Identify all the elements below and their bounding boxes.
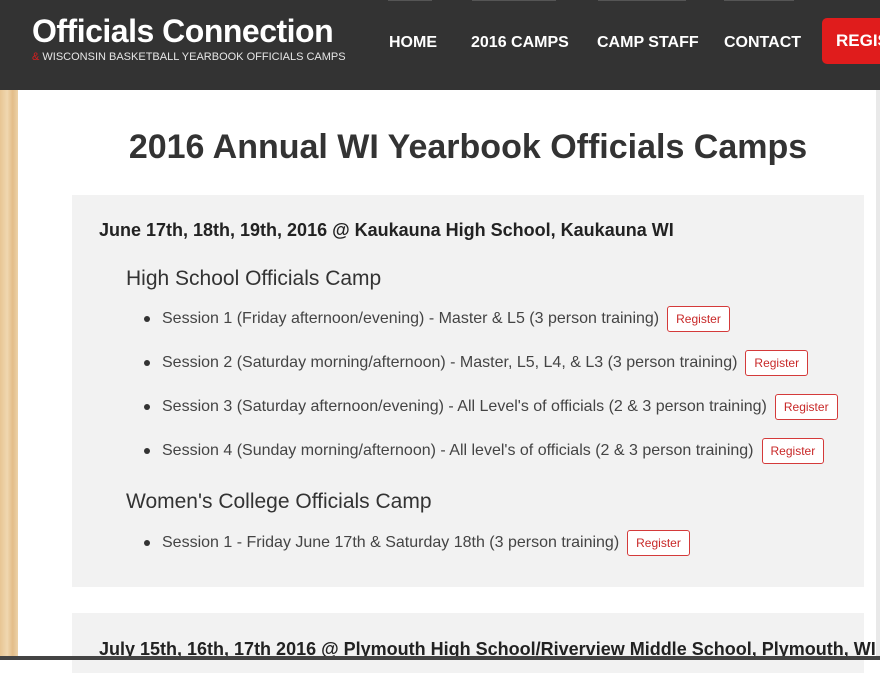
header-register-button[interactable]: REGIST — [822, 18, 880, 64]
session-text: Session 1 (Friday afternoon/evening) - M… — [162, 310, 660, 327]
register-button[interactable]: Register — [667, 306, 730, 332]
right-edge-shade — [876, 90, 880, 656]
nav-2016-camps[interactable]: 2016 CAMPS — [471, 34, 569, 52]
nav-camp-staff[interactable]: CAMP STAFF — [597, 34, 699, 52]
list-item: Session 1 - Friday June 17th & Saturday … — [144, 530, 690, 556]
os-taskbar — [0, 656, 880, 660]
bullet-icon — [144, 360, 150, 366]
site-header: Officials Connection & WISCONSIN BASKETB… — [0, 0, 880, 90]
nav-home[interactable]: HOME — [389, 34, 437, 52]
register-button[interactable]: Register — [761, 438, 825, 464]
camp-title-high-school: High School Officials Camp — [126, 267, 382, 290]
event-panel: July 15th, 16th, 17th 2016 @ Plymouth Hi… — [72, 613, 876, 673]
event-title: June 17th, 18th, 19th, 2016 @ Kaukauna H… — [99, 220, 674, 240]
session-text: Session 2 (Saturday morning/afternoon) -… — [162, 354, 738, 371]
nav-divider — [472, 0, 556, 1]
list-item: Session 4 (Sunday morning/afternoon) - A… — [144, 438, 825, 464]
session-text: Session 4 (Sunday morning/afternoon) - A… — [162, 442, 754, 459]
list-item: Session 2 (Saturday morning/afternoon) -… — [144, 350, 809, 376]
session-text: Session 1 - Friday June 17th & Saturday … — [162, 534, 620, 551]
bullet-icon — [144, 540, 150, 546]
nav-divider — [388, 0, 432, 1]
brand-title: Officials Connection — [32, 13, 334, 49]
camp-title-womens-college: Women's College Officials Camp — [126, 490, 432, 513]
nav-divider — [598, 0, 686, 1]
register-button[interactable]: Register — [745, 350, 809, 376]
site-logo[interactable]: Officials Connection & WISCONSIN BASKETB… — [32, 14, 346, 63]
bullet-icon — [144, 404, 150, 410]
event-panel: June 17th, 18th, 19th, 2016 @ Kaukauna H… — [72, 195, 864, 587]
list-item: Session 1 (Friday afternoon/evening) - M… — [144, 306, 730, 332]
register-button[interactable]: Register — [627, 530, 690, 556]
bullet-icon — [144, 448, 150, 454]
nav-contact[interactable]: CONTACT — [724, 34, 801, 52]
wood-background-strip — [0, 90, 18, 656]
brand-subtitle-text: WISCONSIN BASKETBALL YEARBOOK OFFICIALS … — [39, 51, 346, 63]
nav-divider — [724, 0, 794, 1]
register-button[interactable]: Register — [774, 394, 838, 420]
bullet-icon — [144, 316, 150, 322]
brand-subtitle: & WISCONSIN BASKETBALL YEARBOOK OFFICIAL… — [32, 51, 346, 63]
page-title: 2016 Annual WI Yearbook Officials Camps — [128, 128, 808, 166]
list-item: Session 3 (Saturday afternoon/evening) -… — [144, 394, 838, 420]
session-text: Session 3 (Saturday afternoon/evening) -… — [162, 398, 767, 415]
